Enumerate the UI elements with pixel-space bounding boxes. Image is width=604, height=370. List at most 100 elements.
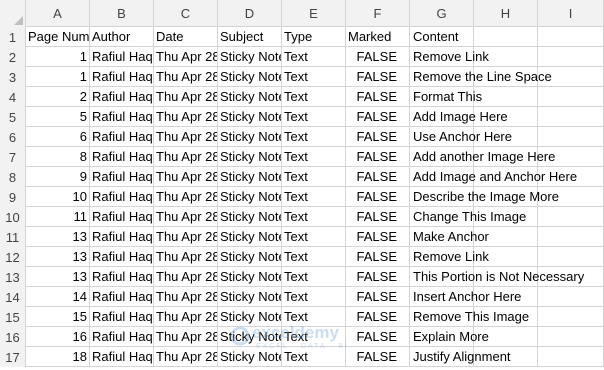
cell-type[interactable]: Text <box>282 287 346 306</box>
cell-date[interactable]: Thu Apr 28 <box>154 347 218 366</box>
cell-subject[interactable]: Sticky Note <box>218 167 282 186</box>
cell-page-number[interactable]: 9 <box>26 167 90 186</box>
cell-subject[interactable]: Sticky Note <box>218 247 282 266</box>
cell-page-number[interactable]: 6 <box>26 127 90 146</box>
cell-header-type[interactable]: Type <box>282 27 346 46</box>
cell-author[interactable]: Rafiul Haque <box>90 287 154 306</box>
cell-date[interactable]: Thu Apr 28 <box>154 107 218 126</box>
cell-type[interactable]: Text <box>282 67 346 86</box>
cell-page-number[interactable]: 13 <box>26 247 90 266</box>
cell-type[interactable]: Text <box>282 87 346 106</box>
cell-author[interactable]: Rafiul Haque <box>90 67 154 86</box>
cell-type[interactable]: Text <box>282 227 346 246</box>
cell-date[interactable]: Thu Apr 28 <box>154 187 218 206</box>
cell-page-number[interactable]: 1 <box>26 47 90 66</box>
cell-date[interactable]: Thu Apr 28 <box>154 287 218 306</box>
row-header[interactable]: 13 <box>0 267 26 287</box>
cell-empty[interactable] <box>474 87 538 106</box>
cell-author[interactable]: Rafiul Haque <box>90 207 154 226</box>
cell-page-number[interactable]: 16 <box>26 327 90 346</box>
cell-marked[interactable]: FALSE <box>346 87 410 106</box>
cell-marked[interactable]: FALSE <box>346 207 410 226</box>
cell-marked[interactable]: FALSE <box>346 67 410 86</box>
cell-content[interactable]: This Portion is Not Necessary <box>410 267 584 286</box>
cell-content[interactable]: Make Anchor <box>410 227 489 246</box>
cell-date[interactable]: Thu Apr 28 <box>154 127 218 146</box>
row-header[interactable]: 17 <box>0 347 26 367</box>
cell-type[interactable]: Text <box>282 267 346 286</box>
row-header[interactable]: 11 <box>0 227 26 247</box>
cell-date[interactable]: Thu Apr 28 <box>154 167 218 186</box>
cell-empty[interactable] <box>538 347 604 366</box>
cell-content[interactable]: Change This Image <box>410 207 526 226</box>
column-header-f[interactable]: F <box>346 0 410 26</box>
row-header[interactable]: 9 <box>0 187 26 207</box>
cell-type[interactable]: Text <box>282 187 346 206</box>
cell-empty[interactable] <box>538 27 604 46</box>
row-header[interactable]: 8 <box>0 167 26 187</box>
cell-content[interactable]: Remove Link <box>410 47 489 66</box>
cell-marked[interactable]: FALSE <box>346 167 410 186</box>
cell-content[interactable]: Remove Link <box>410 247 489 266</box>
cell-type[interactable]: Text <box>282 247 346 266</box>
cell-date[interactable]: Thu Apr 28 <box>154 327 218 346</box>
cell-date[interactable]: Thu Apr 28 <box>154 47 218 66</box>
cell-header-content[interactable]: Content <box>410 27 474 46</box>
cell-marked[interactable]: FALSE <box>346 187 410 206</box>
cell-header-marked[interactable]: Marked <box>346 27 410 46</box>
row-header[interactable]: 15 <box>0 307 26 327</box>
cell-header-date[interactable]: Date <box>154 27 218 46</box>
cell-type[interactable]: Text <box>282 327 346 346</box>
cell-subject[interactable]: Sticky Note <box>218 107 282 126</box>
cell-empty[interactable] <box>538 127 604 146</box>
cell-author[interactable]: Rafiul Haque <box>90 147 154 166</box>
cell-author[interactable]: Rafiul Haque <box>90 307 154 326</box>
cell-subject[interactable]: Sticky Note <box>218 187 282 206</box>
cell-header-page-number[interactable]: Page Number <box>26 27 90 46</box>
column-header-a[interactable]: A <box>26 0 90 26</box>
cell-page-number[interactable]: 18 <box>26 347 90 366</box>
cell-subject[interactable]: Sticky Note <box>218 307 282 326</box>
cell-marked[interactable]: FALSE <box>346 147 410 166</box>
cell-type[interactable]: Text <box>282 47 346 66</box>
cell-empty[interactable] <box>538 87 604 106</box>
row-header[interactable]: 16 <box>0 327 26 347</box>
cell-subject[interactable]: Sticky Note <box>218 267 282 286</box>
cell-content[interactable]: Insert Anchor Here <box>410 287 521 306</box>
cell-date[interactable]: Thu Apr 28 <box>154 87 218 106</box>
cell-page-number[interactable]: 11 <box>26 207 90 226</box>
cell-page-number[interactable]: 10 <box>26 187 90 206</box>
row-header[interactable]: 6 <box>0 127 26 147</box>
cell-subject[interactable]: Sticky Note <box>218 87 282 106</box>
cell-empty[interactable] <box>538 247 604 266</box>
cell-content[interactable]: Add another Image Here <box>410 147 555 166</box>
cell-type[interactable]: Text <box>282 147 346 166</box>
cell-content[interactable]: Add Image and Anchor Here <box>410 167 577 186</box>
cell-empty[interactable] <box>474 27 538 46</box>
cell-marked[interactable]: FALSE <box>346 247 410 266</box>
cell-type[interactable]: Text <box>282 347 346 366</box>
cell-content[interactable]: Explain More <box>410 327 489 346</box>
row-header[interactable]: 10 <box>0 207 26 227</box>
column-header-h[interactable]: H <box>474 0 538 26</box>
cell-author[interactable]: Rafiul Haque <box>90 87 154 106</box>
row-header[interactable]: 7 <box>0 147 26 167</box>
cell-subject[interactable]: Sticky Note <box>218 207 282 226</box>
cell-author[interactable]: Rafiul Haque <box>90 187 154 206</box>
cell-page-number[interactable]: 14 <box>26 287 90 306</box>
cell-marked[interactable]: FALSE <box>346 107 410 126</box>
cell-page-number[interactable]: 5 <box>26 107 90 126</box>
cell-page-number[interactable]: 13 <box>26 267 90 286</box>
row-header[interactable]: 12 <box>0 247 26 267</box>
cell-author[interactable]: Rafiul Haque <box>90 227 154 246</box>
row-header[interactable]: 5 <box>0 107 26 127</box>
cell-date[interactable]: Thu Apr 28 <box>154 147 218 166</box>
cell-date[interactable]: Thu Apr 28 <box>154 207 218 226</box>
cell-marked[interactable]: FALSE <box>346 47 410 66</box>
cell-empty[interactable] <box>538 47 604 66</box>
cell-type[interactable]: Text <box>282 107 346 126</box>
cell-content[interactable]: Remove the Line Space <box>410 67 552 86</box>
cell-author[interactable]: Rafiul Haque <box>90 47 154 66</box>
cell-page-number[interactable]: 8 <box>26 147 90 166</box>
cell-empty[interactable] <box>538 207 604 226</box>
